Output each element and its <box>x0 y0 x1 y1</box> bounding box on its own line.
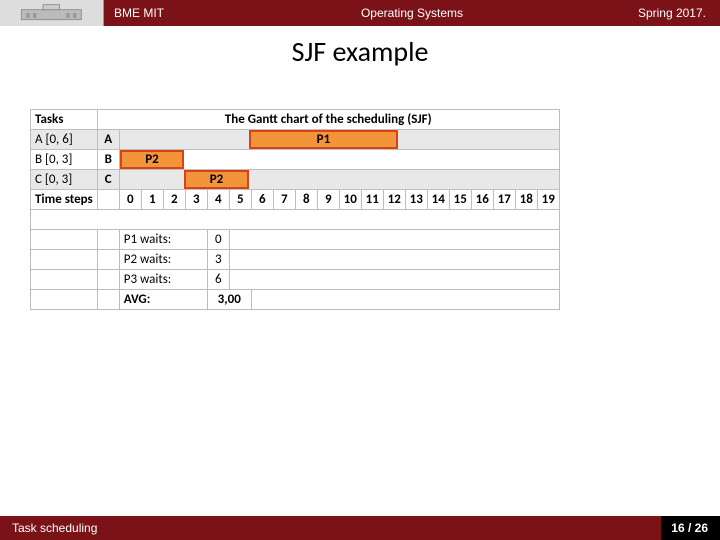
table-row: C [0, 3] C P2 <box>31 170 560 190</box>
p2-waits-value: 3 <box>207 250 229 270</box>
task-a-short: A <box>97 130 119 150</box>
task-c-label: C [0, 3] <box>31 170 98 190</box>
p2-bar-b: P2 <box>120 150 185 169</box>
task-c-track: P2 <box>119 170 559 190</box>
task-b-track: P2 <box>119 150 559 170</box>
footer-topic: Task scheduling <box>0 521 661 535</box>
avg-row: AVG: 3,00 <box>31 290 560 310</box>
gantt-table: Tasks The Gantt chart of the scheduling … <box>30 109 720 310</box>
tasks-header: Tasks <box>31 110 98 130</box>
avg-value: 3,00 <box>207 290 251 310</box>
wait-row: P3 waits: 6 <box>31 270 560 290</box>
wait-row: P2 waits: 3 <box>31 250 560 270</box>
page-number: 16 / 26 <box>661 516 720 540</box>
building-icon <box>18 3 85 23</box>
p2-bar-c: P2 <box>184 170 249 189</box>
semester-label: Spring 2017. <box>590 6 720 20</box>
org-label: BME MIT <box>104 6 234 20</box>
p3-waits-value: 6 <box>207 270 229 290</box>
time-steps-label: Time steps <box>31 190 98 210</box>
course-title: Operating Systems <box>234 6 590 20</box>
university-logo <box>0 0 104 26</box>
p1-waits-label: P1 waits: <box>119 230 207 250</box>
task-b-label: B [0, 3] <box>31 150 98 170</box>
time-row: Time steps 0 1 2 3 4 5 6 7 8 9 10 11 12 … <box>31 190 560 210</box>
p3-waits-label: P3 waits: <box>119 270 207 290</box>
slide-footer: Task scheduling 16 / 26 <box>0 516 720 540</box>
top-header: BME MIT Operating Systems Spring 2017. <box>0 0 720 26</box>
table-row: A [0, 6] A P1 <box>31 130 560 150</box>
p1-bar: P1 <box>249 130 398 149</box>
task-b-short: B <box>97 150 119 170</box>
table-row: B [0, 3] B P2 <box>31 150 560 170</box>
gantt-header: The Gantt chart of the scheduling (SJF) <box>97 110 559 130</box>
avg-label: AVG: <box>119 290 207 310</box>
task-a-track: P1 <box>119 130 559 150</box>
slide-title: SJF example <box>0 34 720 69</box>
p1-waits-value: 0 <box>207 230 229 250</box>
task-a-label: A [0, 6] <box>31 130 98 150</box>
wait-row: P1 waits: 0 <box>31 230 560 250</box>
task-c-short: C <box>97 170 119 190</box>
p2-waits-label: P2 waits: <box>119 250 207 270</box>
